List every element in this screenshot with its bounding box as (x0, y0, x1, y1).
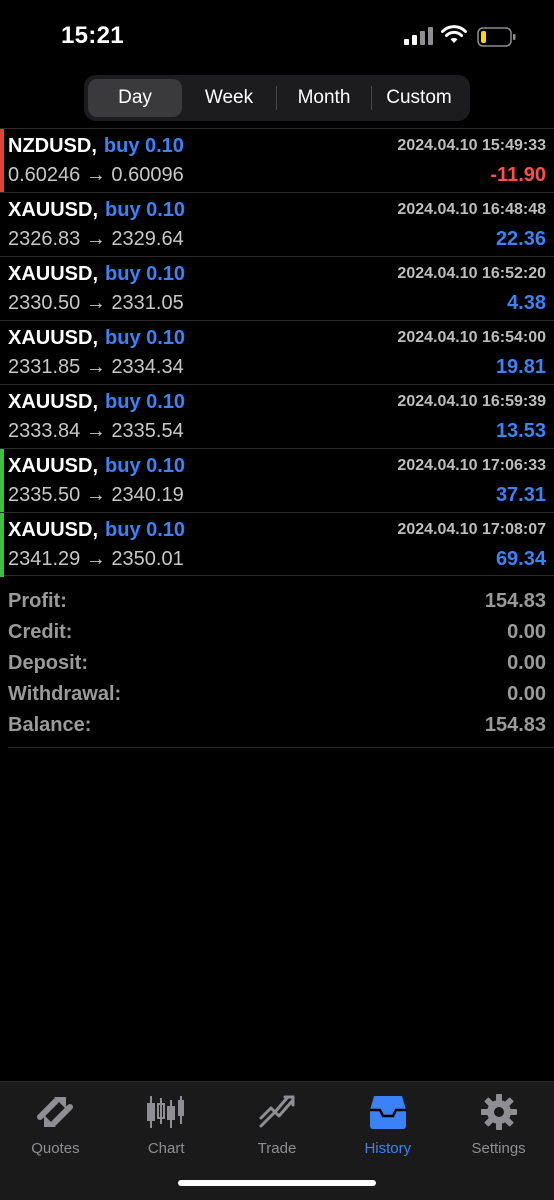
trade-profit: 22.36 (495, 228, 546, 250)
summary-row: Withdrawal: 0.00 (0, 681, 554, 712)
trade-symbol: XAUUSD, (8, 455, 99, 477)
tab-history-label: History (364, 1140, 412, 1157)
trade-prices: 2341.29 → 2350.01 (8, 548, 184, 570)
trade-prices: 2333.84 → 2335.54 (8, 420, 184, 442)
summary-value: 0.00 (507, 683, 546, 705)
summary-label: Profit: (8, 590, 67, 612)
trade-profit: 37.31 (495, 484, 546, 506)
summary-label: Deposit: (8, 652, 88, 674)
tab-quotes-label: Quotes (31, 1140, 80, 1157)
segment-custom-label: Custom (386, 87, 452, 108)
trade-symbol: NZDUSD, (8, 135, 97, 157)
trade-profit: -11.90 (490, 164, 546, 186)
summary-row: Credit: 0.00 (0, 619, 554, 650)
trade-time: 2024.04.10 16:48:48 (397, 201, 546, 218)
trade-time: 2024.04.10 17:06:33 (397, 457, 546, 474)
chart-icon (146, 1092, 186, 1132)
trade-side: buy 0.10 (105, 263, 186, 285)
trade-symbol: XAUUSD, (8, 327, 99, 349)
trade-prices: 0.60246 → 0.60096 (8, 164, 184, 186)
segment-month[interactable]: Month (277, 79, 371, 117)
trade-symbol: XAUUSD, (8, 263, 99, 285)
summary-label: Credit: (8, 621, 73, 643)
trade-accent-bar (0, 513, 4, 577)
tab-quotes[interactable]: Quotes (0, 1082, 111, 1200)
trade-row[interactable]: XAUUSD, buy 0.10 2024.04.10 17:06:33 233… (0, 448, 554, 513)
trade-side: buy 0.10 (103, 135, 184, 157)
segment-week[interactable]: Week (182, 79, 276, 117)
status-bar: 15:21 (0, 0, 554, 75)
trade-symbol: XAUUSD, (8, 519, 99, 541)
summary-row: Balance: 154.83 (0, 712, 554, 743)
trade-row[interactable]: XAUUSD, buy 0.10 2024.04.10 16:59:39 233… (0, 384, 554, 448)
segment-day[interactable]: Day (88, 79, 182, 117)
tab-settings[interactable]: Settings (443, 1082, 554, 1200)
cellular-signal-icon (404, 27, 433, 45)
summary-value: 0.00 (507, 652, 546, 674)
trade-icon (257, 1092, 297, 1132)
period-segmented-control: Day Week Month Custom (84, 75, 470, 121)
trade-time: 2024.04.10 15:49:33 (397, 137, 546, 154)
trade-symbol: XAUUSD, (8, 199, 99, 221)
trade-row[interactable]: XAUUSD, buy 0.10 2024.04.10 17:08:07 234… (0, 512, 554, 577)
battery-icon (477, 27, 516, 47)
trade-side: buy 0.10 (105, 455, 186, 477)
summary-value: 0.00 (507, 621, 546, 643)
summary-divider (8, 747, 554, 748)
trade-side: buy 0.10 (105, 327, 186, 349)
trade-side: buy 0.10 (105, 391, 186, 413)
trade-history-list: NZDUSD, buy 0.10 2024.04.10 15:49:33 0.6… (0, 128, 554, 577)
trade-time: 2024.04.10 16:52:20 (397, 265, 546, 282)
trade-time: 2024.04.10 16:59:39 (397, 393, 546, 410)
summary-row: Deposit: 0.00 (0, 650, 554, 681)
trade-prices: 2330.50 → 2331.05 (8, 292, 184, 314)
trade-accent-bar (0, 449, 4, 513)
summary-label: Balance: (8, 714, 92, 736)
trade-profit: 19.81 (495, 356, 546, 378)
account-summary: Profit: 154.83 Credit: 0.00 Deposit: 0.0… (0, 588, 554, 743)
summary-label: Withdrawal: (8, 683, 122, 705)
summary-value: 154.83 (484, 590, 546, 612)
trade-prices: 2326.83 → 2329.64 (8, 228, 184, 250)
tab-trade-label: Trade (257, 1140, 297, 1157)
trade-prices: 2331.85 → 2334.34 (8, 356, 184, 378)
quotes-icon (35, 1092, 75, 1132)
trade-row[interactable]: XAUUSD, buy 0.10 2024.04.10 16:52:20 233… (0, 256, 554, 320)
trade-symbol: XAUUSD, (8, 391, 99, 413)
segment-day-label: Day (118, 87, 152, 108)
tab-chart-label: Chart (147, 1140, 185, 1157)
trade-profit: 69.34 (495, 548, 546, 570)
segment-week-label: Week (204, 87, 254, 108)
trade-profit: 4.38 (507, 292, 546, 314)
trade-row[interactable]: NZDUSD, buy 0.10 2024.04.10 15:49:33 0.6… (0, 128, 554, 193)
tab-settings-label: Settings (471, 1140, 526, 1157)
status-time: 15:21 (61, 22, 124, 49)
segment-custom[interactable]: Custom (372, 79, 466, 117)
summary-value: 154.83 (484, 714, 546, 736)
trade-row[interactable]: XAUUSD, buy 0.10 2024.04.10 16:54:00 233… (0, 320, 554, 384)
segment-month-label: Month (297, 87, 351, 108)
trade-side: buy 0.10 (105, 519, 186, 541)
trade-time: 2024.04.10 17:08:07 (397, 521, 546, 538)
gear-icon (479, 1092, 519, 1132)
trade-profit: 13.53 (495, 420, 546, 442)
trade-side: buy 0.10 (105, 199, 186, 221)
wifi-icon (441, 25, 467, 43)
trade-time: 2024.04.10 16:54:00 (397, 329, 546, 346)
home-indicator[interactable] (178, 1180, 376, 1186)
trade-row[interactable]: XAUUSD, buy 0.10 2024.04.10 16:48:48 232… (0, 192, 554, 256)
trade-accent-bar (0, 129, 4, 193)
summary-row: Profit: 154.83 (0, 588, 554, 619)
trade-prices: 2335.50 → 2340.19 (8, 484, 184, 506)
history-icon (368, 1092, 408, 1132)
